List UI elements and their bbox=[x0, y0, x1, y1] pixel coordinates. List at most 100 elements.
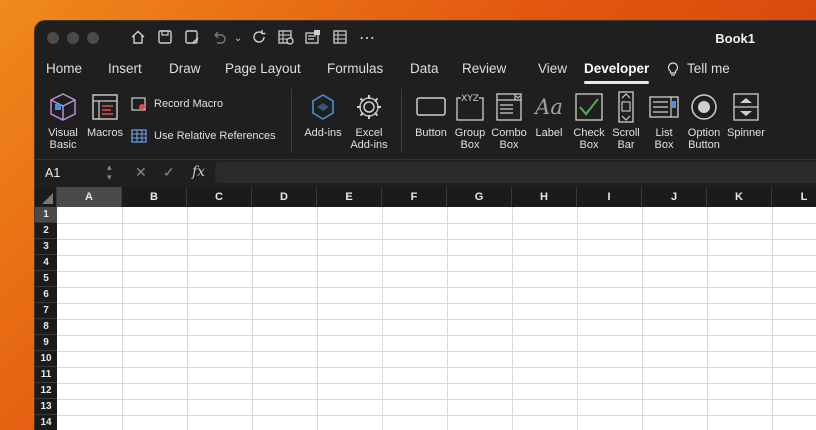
tab-insert[interactable]: Insert bbox=[108, 61, 142, 76]
tab-formulas[interactable]: Formulas bbox=[327, 61, 383, 76]
record-macro-icon bbox=[131, 97, 146, 111]
column-header[interactable]: A bbox=[57, 187, 122, 207]
home-icon[interactable] bbox=[128, 29, 148, 49]
ribbon-separator bbox=[401, 89, 402, 153]
option-button-icon bbox=[683, 89, 725, 125]
add-ins-button[interactable]: Add-ins bbox=[299, 89, 347, 139]
row-header[interactable]: 12 bbox=[35, 383, 57, 399]
row-header[interactable]: 3 bbox=[35, 239, 57, 255]
undo-dropdown-icon[interactable]: ⌄ bbox=[228, 29, 248, 49]
formula-input[interactable] bbox=[215, 162, 816, 183]
tab-draw[interactable]: Draw bbox=[169, 61, 201, 76]
column-header[interactable]: D bbox=[252, 187, 317, 207]
zoom-window-button[interactable] bbox=[87, 32, 99, 44]
more-icon[interactable]: ⋯ bbox=[357, 29, 377, 49]
row-header[interactable]: 6 bbox=[35, 287, 57, 303]
check-box-control[interactable]: Check Box bbox=[569, 89, 609, 151]
insert-function-icon[interactable]: fx bbox=[192, 164, 205, 180]
print-preview-icon[interactable] bbox=[276, 29, 296, 49]
column-header[interactable]: H bbox=[512, 187, 577, 207]
label-control-label: Label bbox=[535, 127, 563, 139]
cell-area[interactable] bbox=[57, 207, 816, 430]
macros-icon bbox=[85, 89, 125, 125]
button-control-label: Button bbox=[415, 127, 447, 139]
column-header[interactable]: G bbox=[447, 187, 512, 207]
ribbon-separator bbox=[291, 89, 292, 153]
enter-icon[interactable]: ✓ bbox=[163, 164, 175, 181]
column-header[interactable]: B bbox=[122, 187, 187, 207]
button-control-icon bbox=[411, 89, 451, 125]
close-window-button[interactable] bbox=[47, 32, 59, 44]
tab-page-layout[interactable]: Page Layout bbox=[225, 61, 301, 76]
tab-home[interactable]: Home bbox=[46, 61, 82, 76]
check-box-icon bbox=[569, 89, 609, 125]
tab-data[interactable]: Data bbox=[410, 61, 439, 76]
macros-button[interactable]: Macros bbox=[85, 89, 125, 139]
check-box-label: Check Box bbox=[573, 127, 605, 151]
row-header[interactable]: 10 bbox=[35, 351, 57, 367]
row-header[interactable]: 14 bbox=[35, 415, 57, 430]
gear-icon bbox=[347, 89, 391, 125]
button-control[interactable]: Button bbox=[411, 89, 451, 139]
list-box-label: List Box bbox=[654, 127, 674, 151]
save-icon[interactable] bbox=[155, 29, 175, 49]
row-header[interactable]: 7 bbox=[35, 303, 57, 319]
column-header[interactable]: C bbox=[187, 187, 252, 207]
row-header[interactable]: 2 bbox=[35, 223, 57, 239]
save-as-icon[interactable] bbox=[182, 29, 202, 49]
formula-bar: A1 ▴ ▾ ✕ ✓ fx bbox=[35, 159, 816, 185]
row-header[interactable]: 9 bbox=[35, 335, 57, 351]
macros-label: Macros bbox=[86, 127, 124, 139]
developer-ribbon: Visual Basic Macros Record Macro Use Rel… bbox=[35, 89, 816, 157]
table-icon[interactable] bbox=[330, 29, 350, 49]
title-bar: ⌄ ⋯ Book1 bbox=[35, 21, 816, 57]
column-header[interactable]: F bbox=[382, 187, 447, 207]
group-box-icon: XYZ bbox=[451, 89, 489, 125]
column-header[interactable]: E bbox=[317, 187, 382, 207]
record-macro-label: Record Macro bbox=[154, 98, 224, 110]
minimize-window-button[interactable] bbox=[67, 32, 79, 44]
label-control[interactable]: Aa Label bbox=[529, 89, 569, 139]
excel-add-ins-button[interactable]: Excel Add-ins bbox=[347, 89, 391, 151]
column-header[interactable]: L bbox=[772, 187, 816, 207]
use-relative-references-button[interactable]: Use Relative References bbox=[131, 129, 276, 143]
combo-box-control[interactable]: Combo Box bbox=[489, 89, 529, 151]
column-header[interactable]: J bbox=[642, 187, 707, 207]
ribbon-tabs: Home Insert Draw Page Layout Formulas Da… bbox=[35, 57, 816, 89]
column-header[interactable]: K bbox=[707, 187, 772, 207]
row-header[interactable]: 4 bbox=[35, 255, 57, 271]
undo-icon[interactable] bbox=[209, 29, 229, 49]
tell-me-icon[interactable] bbox=[666, 61, 680, 80]
group-box-label: Group Box bbox=[454, 127, 486, 151]
form-icon[interactable] bbox=[303, 29, 323, 49]
scroll-bar-control[interactable]: Scroll Bar bbox=[609, 89, 643, 151]
row-header[interactable]: 13 bbox=[35, 399, 57, 415]
row-header[interactable]: 11 bbox=[35, 367, 57, 383]
visual-basic-icon bbox=[41, 89, 85, 125]
add-ins-icon bbox=[299, 89, 347, 125]
visual-basic-button[interactable]: Visual Basic bbox=[41, 89, 85, 151]
tab-tell-me[interactable]: Tell me bbox=[687, 61, 730, 76]
row-header[interactable]: 1 bbox=[35, 207, 57, 223]
spinner-icon bbox=[725, 89, 767, 125]
group-box-control[interactable]: XYZ Group Box bbox=[451, 89, 489, 151]
window-title: Book1 bbox=[715, 31, 755, 46]
combo-box-label: Combo Box bbox=[491, 127, 527, 151]
select-all-corner[interactable] bbox=[35, 187, 57, 207]
cancel-icon[interactable]: ✕ bbox=[135, 164, 147, 181]
column-header[interactable]: I bbox=[577, 187, 642, 207]
name-box-stepper-icon[interactable]: ▴ ▾ bbox=[107, 162, 112, 182]
visual-basic-label: Visual Basic bbox=[48, 127, 78, 151]
tab-developer[interactable]: Developer bbox=[584, 61, 649, 76]
use-relative-references-label: Use Relative References bbox=[154, 130, 276, 142]
redo-icon[interactable] bbox=[249, 29, 269, 49]
row-header[interactable]: 5 bbox=[35, 271, 57, 287]
list-box-control[interactable]: List Box bbox=[645, 89, 683, 151]
spinner-control[interactable]: Spinner bbox=[725, 89, 767, 139]
tab-review[interactable]: Review bbox=[462, 61, 506, 76]
scroll-bar-icon bbox=[609, 89, 643, 125]
record-macro-button[interactable]: Record Macro bbox=[131, 97, 223, 111]
option-button-control[interactable]: Option Button bbox=[683, 89, 725, 151]
row-header[interactable]: 8 bbox=[35, 319, 57, 335]
tab-view[interactable]: View bbox=[538, 61, 567, 76]
